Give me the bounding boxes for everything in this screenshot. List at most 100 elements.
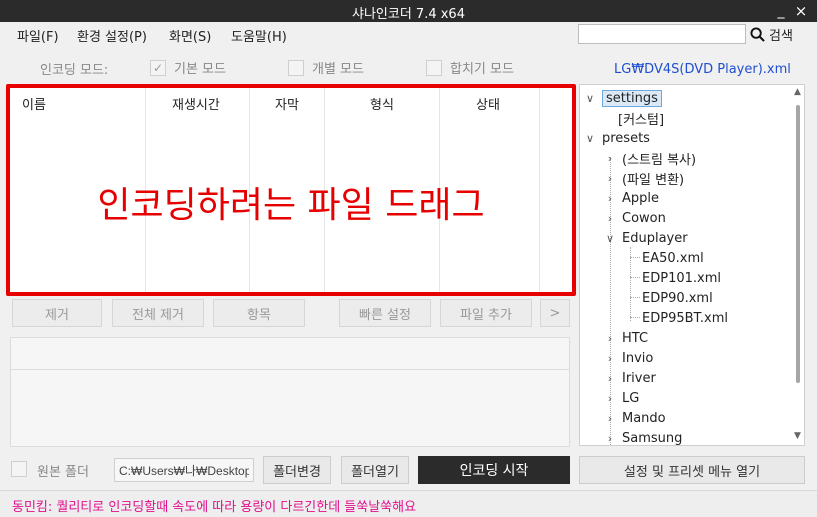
mode-basic-label: 기본 모드 xyxy=(174,62,226,77)
start-encoding-button[interactable]: 인코딩 시작 xyxy=(418,456,570,484)
chevron-down-icon[interactable]: ∨ xyxy=(584,92,596,105)
chevron-right-icon[interactable]: › xyxy=(604,412,616,425)
tree-node-lg-label: LG xyxy=(622,390,640,406)
tree-node-edp101-label: EDP101.xml xyxy=(642,270,721,286)
chevron-down-icon[interactable]: ∨ xyxy=(604,232,616,245)
mode-merge[interactable]: 합치기 모드 xyxy=(426,58,514,77)
chevron-right-icon[interactable]: › xyxy=(604,372,616,385)
menu-preferences[interactable]: 환경 설정(P) xyxy=(77,26,147,45)
log-panel-header xyxy=(11,338,569,370)
drop-hint: 인코딩하려는 파일 드래그 xyxy=(97,185,485,226)
tree-line xyxy=(630,317,640,318)
column-header-format[interactable]: 형식 xyxy=(370,94,394,113)
source-folder-label: 원본 폴더 xyxy=(37,465,89,480)
tree-node-ea50[interactable]: EA50.xml xyxy=(642,248,704,268)
tree-node-cowon-label: Cowon xyxy=(622,210,666,226)
search-label: 검색 xyxy=(769,28,793,44)
add-file-button[interactable]: 파일 추가 xyxy=(440,299,532,327)
chevron-right-icon[interactable]: › xyxy=(604,392,616,405)
tree-scrollbar[interactable]: ▲ ▼ xyxy=(793,87,803,443)
chevron-right-icon[interactable]: › xyxy=(604,352,616,365)
tree-node-htc[interactable]: › HTC xyxy=(604,328,648,348)
remove-all-button[interactable]: 전체 제거 xyxy=(112,299,204,327)
window-title: 샤나인코더 7.4 x64 xyxy=(352,7,465,22)
file-list-panel[interactable]: 이름 재생시간 자막 형식 상태 인코딩하려는 파일 드래그 xyxy=(6,84,576,296)
current-preset-file[interactable]: LG₩DV4S(DVD Player).xml xyxy=(614,62,791,77)
chevron-right-icon[interactable]: › xyxy=(604,192,616,205)
tree-node-file-convert[interactable]: › (파일 변환) xyxy=(604,168,684,188)
tree-line xyxy=(630,257,640,258)
tree-node-stream-copy[interactable]: › (스트림 복사) xyxy=(604,148,696,168)
close-button[interactable]: × xyxy=(790,1,812,21)
mode-merge-checkbox[interactable] xyxy=(426,59,442,76)
mode-basic[interactable]: ✓ 기본 모드 xyxy=(150,58,226,77)
source-folder-checkbox[interactable] xyxy=(11,461,27,477)
tree-node-custom[interactable]: [커스텀] xyxy=(618,108,664,128)
tree-node-edp90-label: EDP90.xml xyxy=(642,290,713,306)
mode-individual[interactable]: 개별 모드 xyxy=(288,58,364,77)
tree-node-stream-copy-label: (스트림 복사) xyxy=(622,152,697,168)
menu-view[interactable]: 화면(S) xyxy=(169,26,211,45)
chevron-right-icon[interactable]: › xyxy=(604,212,616,225)
minimize-button[interactable]: _ xyxy=(770,1,792,21)
quick-settings-button[interactable]: 빠른 설정 xyxy=(339,299,431,327)
more-button[interactable]: > xyxy=(540,299,570,327)
tree-node-invio[interactable]: › Invio xyxy=(604,348,654,368)
column-header-duration[interactable]: 재생시간 xyxy=(172,94,220,113)
tree-node-samsung[interactable]: › Samsung xyxy=(604,428,683,446)
tree-node-edp101[interactable]: EDP101.xml xyxy=(642,268,721,288)
output-path-input[interactable] xyxy=(114,458,254,482)
tree-node-apple-label: Apple xyxy=(622,190,660,206)
menu-help[interactable]: 도움말(H) xyxy=(231,26,287,45)
tree-node-mando[interactable]: › Mando xyxy=(604,408,666,428)
tree-node-edp90[interactable]: EDP90.xml xyxy=(642,288,713,308)
tree-node-cowon[interactable]: › Cowon xyxy=(604,208,666,228)
tree-node-edp95bt[interactable]: EDP95BT.xml xyxy=(642,308,728,328)
chevron-right-icon[interactable]: › xyxy=(604,332,616,345)
column-header-subtitle[interactable]: 자막 xyxy=(275,94,299,113)
mode-basic-checkbox[interactable]: ✓ xyxy=(150,59,166,76)
tree-node-eduplayer-label: Eduplayer xyxy=(622,230,688,246)
scroll-up-icon[interactable]: ▲ xyxy=(794,87,801,97)
scroll-down-icon[interactable]: ▼ xyxy=(794,431,801,441)
tree-node-samsung-label: Samsung xyxy=(622,430,683,446)
menu-file[interactable]: 파일(F) xyxy=(17,26,59,45)
tree-node-apple[interactable]: › Apple xyxy=(604,188,659,208)
chevron-down-icon[interactable]: ∨ xyxy=(584,132,596,145)
bottom-controls: 원본 폴더 폴더변경 폴더열기 인코딩 시작 설정 및 프리셋 메뉴 열기 xyxy=(0,456,817,486)
tree-node-ea50-label: EA50.xml xyxy=(642,250,704,266)
tree-line xyxy=(630,247,631,321)
tree-node-iriver[interactable]: › Iriver xyxy=(604,368,656,388)
title-bar: 샤나인코더 7.4 x64 _ × xyxy=(0,0,817,22)
scroll-thumb[interactable] xyxy=(796,105,800,383)
search-input[interactable] xyxy=(578,24,746,44)
chevron-right-icon[interactable]: › xyxy=(604,432,616,445)
open-settings-menu-button[interactable]: 설정 및 프리셋 메뉴 열기 xyxy=(579,456,805,484)
tree-node-eduplayer[interactable]: ∨ Eduplayer xyxy=(604,228,688,248)
tree-node-file-convert-label: (파일 변환) xyxy=(622,172,685,188)
status-message: 동민킴: 퀄리티로 인코딩할때 속도에 따라 용량이 다르긴한데 들쑥날쑥해요 xyxy=(12,500,417,515)
tree-node-settings-label: settings xyxy=(602,89,662,107)
tree-line xyxy=(630,277,640,278)
mode-merge-label: 합치기 모드 xyxy=(450,62,514,77)
tree-line xyxy=(630,297,640,298)
mode-individual-checkbox[interactable] xyxy=(288,59,304,76)
search-button[interactable]: 검색 xyxy=(750,24,793,44)
tree-node-custom-label: [커스텀] xyxy=(618,112,665,128)
tree-node-iriver-label: Iriver xyxy=(622,370,656,386)
change-folder-button[interactable]: 폴더변경 xyxy=(263,456,331,484)
item-button[interactable]: 항목 xyxy=(213,299,305,327)
column-header-status[interactable]: 상태 xyxy=(476,94,500,113)
chevron-right-icon[interactable]: › xyxy=(604,172,616,185)
tree-node-lg[interactable]: › LG xyxy=(604,388,640,408)
remove-button[interactable]: 제거 xyxy=(12,299,102,327)
encoding-mode-row: 인코딩 모드: ✓ 기본 모드 개별 모드 합치기 모드 xyxy=(0,56,580,78)
preset-tree[interactable]: ∨ settings [커스텀] ∨ presets › (스트림 복사) › … xyxy=(579,84,805,446)
chevron-right-icon[interactable]: › xyxy=(604,152,616,165)
tree-node-mando-label: Mando xyxy=(622,410,666,426)
tree-node-presets-label: presets xyxy=(602,130,650,146)
tree-node-presets[interactable]: ∨ presets xyxy=(584,128,650,148)
tree-node-settings[interactable]: ∨ settings xyxy=(584,88,662,108)
column-header-name[interactable]: 이름 xyxy=(22,94,46,113)
open-folder-button[interactable]: 폴더열기 xyxy=(341,456,409,484)
